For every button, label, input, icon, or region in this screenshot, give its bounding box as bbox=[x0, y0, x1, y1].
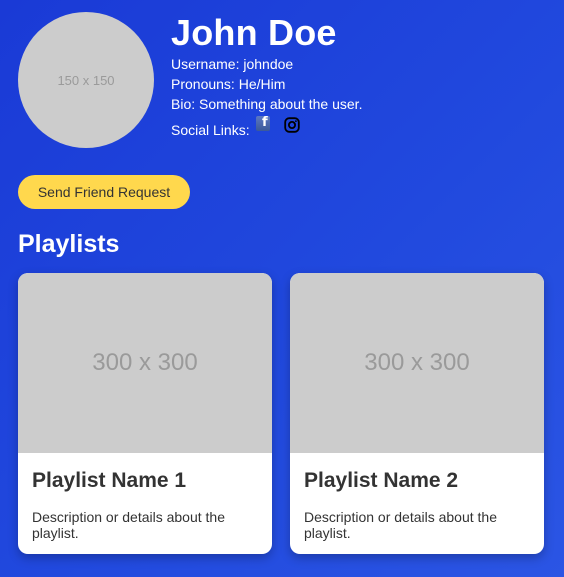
playlist-card-body: Playlist Name 1 Description or details a… bbox=[18, 453, 272, 541]
facebook-icon[interactable]: f bbox=[255, 115, 270, 131]
playlist-card[interactable]: 300 x 300 Playlist Name 2 Description or… bbox=[290, 273, 544, 554]
playlist-card[interactable]: 300 x 300 Playlist Name 1 Description or… bbox=[18, 273, 272, 554]
playlist-description: Description or details about the playlis… bbox=[304, 509, 497, 541]
playlist-name: Playlist Name 2 bbox=[304, 469, 459, 492]
send-friend-request-button[interactable]: Send Friend Request bbox=[18, 175, 190, 209]
playlist-card-body: Playlist Name 2 Description or details a… bbox=[290, 453, 544, 541]
playlist-description: Description or details about the playlis… bbox=[32, 509, 225, 541]
playlists-heading: Playlists bbox=[18, 230, 120, 258]
playlist-name: Playlist Name 1 bbox=[32, 469, 187, 492]
playlist-cover: 300 x 300 bbox=[290, 273, 544, 453]
profile-name: John Doe bbox=[171, 12, 337, 53]
profile-pronouns: Pronouns: He/Him bbox=[171, 76, 286, 92]
profile-header: 150 x 150 John Doe Username: johndoe Pro… bbox=[18, 12, 558, 152]
playlist-cover: 300 x 300 bbox=[18, 273, 272, 453]
profile-info: John Doe Username: johndoe Pronouns: He/… bbox=[171, 12, 551, 140]
profile-bio: Bio: Something about the user. bbox=[171, 96, 363, 112]
profile-username: Username: johndoe bbox=[171, 56, 294, 72]
avatar: 150 x 150 bbox=[18, 12, 154, 148]
avatar-placeholder-text: 150 x 150 bbox=[57, 72, 115, 88]
instagram-icon[interactable] bbox=[283, 117, 300, 133]
playlist-cover-placeholder: 300 x 300 bbox=[92, 349, 198, 376]
social-links-label: Social Links: bbox=[171, 122, 250, 138]
social-links: Social Links: f bbox=[171, 115, 551, 140]
playlist-cover-placeholder: 300 x 300 bbox=[364, 349, 470, 376]
